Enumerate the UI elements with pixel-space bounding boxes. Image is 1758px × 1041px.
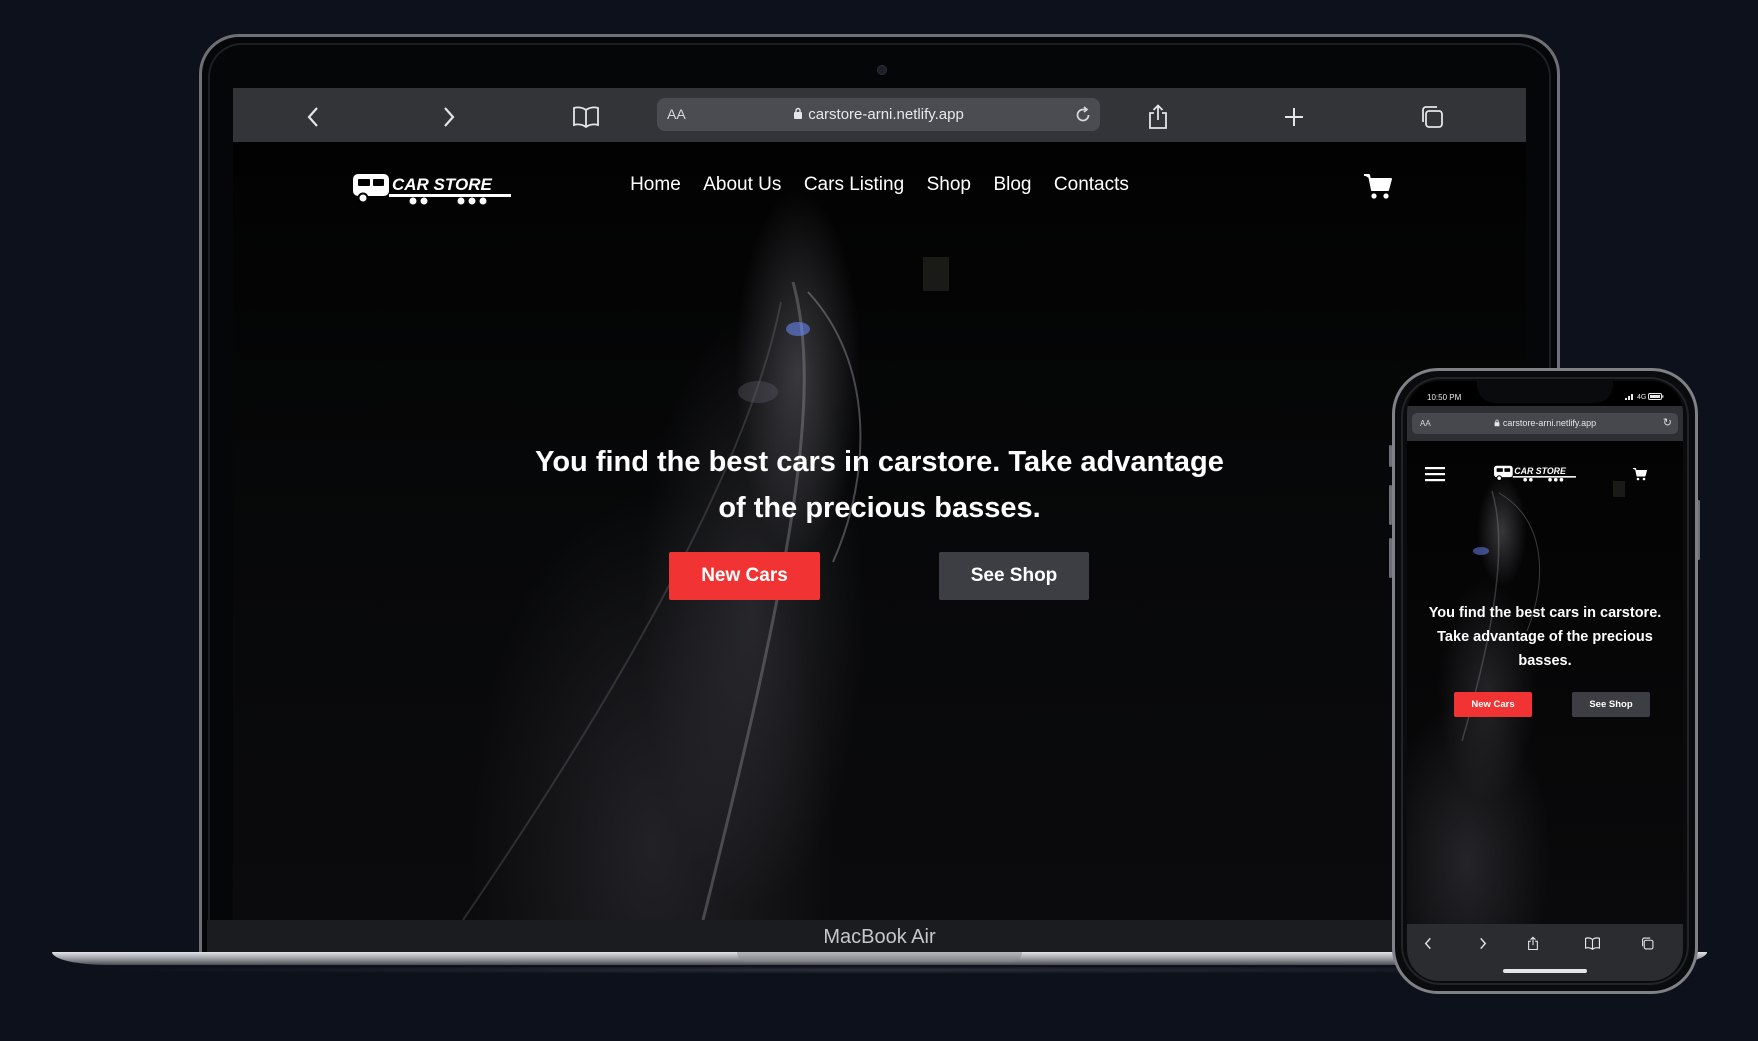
phone-share-icon[interactable] — [1518, 932, 1548, 956]
main-nav: Home About Us Cars Listing Shop Blog Con… — [233, 174, 1526, 196]
status-time: 10:50 PM — [1427, 393, 1462, 402]
home-indicator[interactable] — [1503, 969, 1587, 973]
phone-see-shop-button[interactable]: See Shop — [1572, 692, 1650, 717]
network-label: 4G — [1636, 394, 1647, 401]
address-bar[interactable]: AA carstore-arni.netlify.app — [657, 98, 1100, 131]
lock-icon — [794, 107, 803, 119]
chevron-right-icon[interactable] — [429, 88, 469, 142]
lock-icon — [1494, 419, 1500, 427]
new-cars-button[interactable]: New Cars — [669, 552, 820, 600]
reload-icon[interactable] — [1074, 98, 1092, 131]
phone-hero-title: You find the best cars in carstore. Take… — [1428, 605, 1662, 669]
phone-reload-icon[interactable]: ↻ — [1663, 413, 1672, 434]
phone-notch — [1477, 381, 1613, 403]
nav-cars-listing[interactable]: Cars Listing — [804, 174, 904, 196]
phone-address-bar[interactable]: AA carstore-arni.netlify.app ↻ — [1412, 413, 1678, 434]
phone-tabs-icon[interactable] — [1632, 932, 1662, 956]
laptop-brand-label: MacBook Air — [823, 926, 936, 948]
phone-chevron-left-icon[interactable] — [1413, 932, 1443, 956]
url-text: carstore-arni.netlify.app — [808, 106, 964, 123]
nav-shop[interactable]: Shop — [927, 174, 971, 196]
phone-url-text: carstore-arni.netlify.app — [1502, 418, 1597, 428]
see-shop-button[interactable]: See Shop — [939, 552, 1089, 600]
phone-screen: 10:50 PM 4G AA carstore-arni.netlify.app… — [1407, 381, 1683, 981]
plus-icon[interactable] — [1274, 88, 1314, 142]
battery-icon — [1648, 393, 1664, 400]
laptop-hinge-notch — [737, 952, 1022, 962]
phone-book-icon[interactable] — [1577, 932, 1607, 956]
chevron-left-icon[interactable] — [293, 88, 333, 142]
cart-icon[interactable] — [1363, 172, 1393, 200]
browser-toolbar: AA carstore-arni.netlify.app — [233, 88, 1526, 142]
phone-road-background-image — [1461, 481, 1625, 742]
status-indicators: 4G — [1625, 393, 1664, 401]
nav-about-us[interactable]: About Us — [703, 174, 781, 196]
camera-icon — [877, 65, 887, 75]
signal-icon — [1625, 394, 1633, 400]
phone-hero-section: CAR STORE You find the best cars in cars… — [1407, 441, 1683, 924]
nav-home[interactable]: Home — [630, 174, 681, 196]
hero-section: CAR STORE Home About Us Cars Listing Sho… — [233, 142, 1526, 920]
laptop-screen: AA carstore-arni.netlify.app CAR STORE H… — [233, 88, 1526, 920]
phone-chevron-right-icon[interactable] — [1468, 932, 1498, 956]
phone-new-cars-button[interactable]: New Cars — [1454, 692, 1532, 717]
share-icon[interactable] — [1138, 88, 1178, 142]
tabs-icon[interactable] — [1412, 88, 1452, 142]
book-icon[interactable] — [566, 88, 606, 142]
nav-contacts[interactable]: Contacts — [1054, 174, 1129, 196]
hero-title: You find the best cars in carstore. Take… — [535, 446, 1224, 524]
nav-blog[interactable]: Blog — [993, 174, 1031, 196]
road-background-image — [462, 257, 949, 920]
